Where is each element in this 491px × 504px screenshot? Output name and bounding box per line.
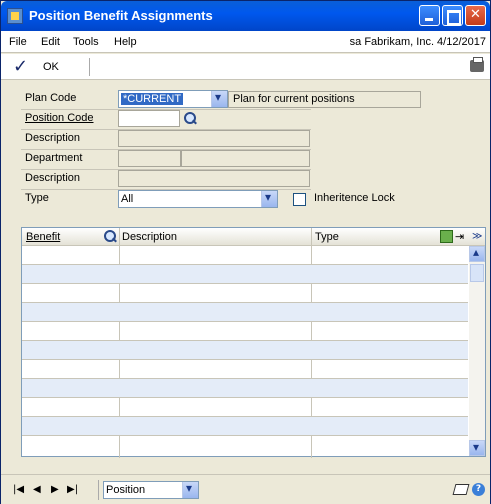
ok-check-icon[interactable]: ✓	[13, 56, 28, 77]
table-row[interactable]	[22, 246, 468, 265]
help-icon[interactable]: ?	[472, 483, 485, 496]
plan-code-label: Plan Code	[25, 92, 77, 104]
department-description-label: Description	[25, 172, 81, 184]
column-type: Type	[315, 231, 339, 243]
search-icon[interactable]	[102, 229, 118, 245]
expand-scrolling-icon[interactable]: ≫	[472, 230, 485, 243]
menu-file[interactable]: File	[9, 36, 27, 48]
plan-description-field: Plan for current positions	[228, 91, 421, 108]
benefits-grid: Benefit Description Type ⇥ ≫	[21, 227, 486, 458]
window: Position Benefit Assignments File Edit T…	[0, 0, 491, 504]
print-icon[interactable]	[470, 57, 484, 72]
table-row[interactable]	[22, 398, 468, 417]
plan-code-combo[interactable]: *CURRENT	[118, 90, 228, 108]
sort-order-value: Position	[106, 484, 146, 496]
menu-tools[interactable]: Tools	[73, 36, 99, 48]
table-row[interactable]	[22, 379, 468, 398]
table-row[interactable]	[22, 417, 468, 436]
column-benefit[interactable]: Benefit	[26, 231, 60, 243]
scroll-up-button[interactable]	[469, 245, 485, 262]
plan-code-value: *CURRENT	[121, 93, 184, 105]
next-record-button[interactable]: ▶	[51, 484, 59, 495]
department-code-field	[118, 150, 181, 167]
ok-button[interactable]: OK	[43, 61, 59, 73]
inheritence-lock-checkbox[interactable]	[293, 193, 306, 206]
table-row[interactable]	[22, 322, 468, 341]
last-record-button[interactable]: ▶|	[67, 484, 78, 495]
table-row[interactable]	[22, 284, 468, 303]
vertical-scrollbar[interactable]	[469, 245, 485, 456]
note-icon[interactable]	[452, 484, 470, 495]
previous-record-button[interactable]: ◀	[33, 484, 41, 495]
table-row[interactable]	[22, 265, 468, 284]
menu-bar: File Edit Tools Help sa Fabrikam, Inc. 4…	[1, 31, 490, 53]
department-description-field	[118, 170, 310, 187]
toolbar: ✓ OK	[1, 54, 490, 80]
type-combo[interactable]: All	[118, 190, 278, 208]
position-code-input[interactable]	[118, 110, 180, 127]
department-name-field	[181, 150, 310, 167]
close-button[interactable]	[465, 5, 486, 26]
table-row[interactable]	[22, 303, 468, 322]
department-label: Department	[25, 152, 83, 164]
menu-edit[interactable]: Edit	[41, 36, 60, 48]
refresh-icon[interactable]	[440, 230, 453, 243]
company-date-label: sa Fabrikam, Inc. 4/12/2017	[349, 36, 486, 48]
search-icon[interactable]	[182, 111, 198, 127]
first-record-button[interactable]: |◀	[13, 484, 24, 495]
nav-separator	[98, 480, 99, 500]
grid-header: Benefit Description Type ⇥ ≫	[22, 228, 485, 246]
window-app-icon	[7, 8, 23, 24]
table-row[interactable]	[22, 360, 468, 379]
minimize-button[interactable]	[419, 5, 440, 26]
toolbar-separator	[89, 58, 90, 76]
window-title: Position Benefit Assignments	[29, 8, 213, 23]
type-value: All	[121, 193, 134, 205]
menu-help[interactable]: Help	[114, 36, 137, 48]
description-label: Description	[25, 132, 81, 144]
status-bar: |◀ ◀ ▶ ▶| Position ?	[1, 474, 490, 504]
expand-rows-icon[interactable]: ⇥	[455, 230, 468, 243]
description-field	[118, 130, 310, 147]
position-code-label[interactable]: Position Code	[25, 112, 94, 124]
chevron-down-icon[interactable]	[182, 481, 198, 498]
chevron-down-icon[interactable]	[261, 190, 277, 207]
column-description: Description	[122, 231, 178, 243]
type-label: Type	[25, 192, 49, 204]
chevron-down-icon[interactable]	[211, 90, 227, 107]
sort-order-combo[interactable]: Position	[103, 481, 199, 499]
table-row[interactable]	[22, 341, 468, 360]
title-bar: Position Benefit Assignments	[1, 1, 490, 31]
maximize-button[interactable]	[442, 5, 463, 26]
inheritence-lock-label: Inheritence Lock	[314, 192, 395, 204]
scroll-down-button[interactable]	[469, 440, 485, 456]
scroll-thumb[interactable]	[470, 264, 484, 282]
